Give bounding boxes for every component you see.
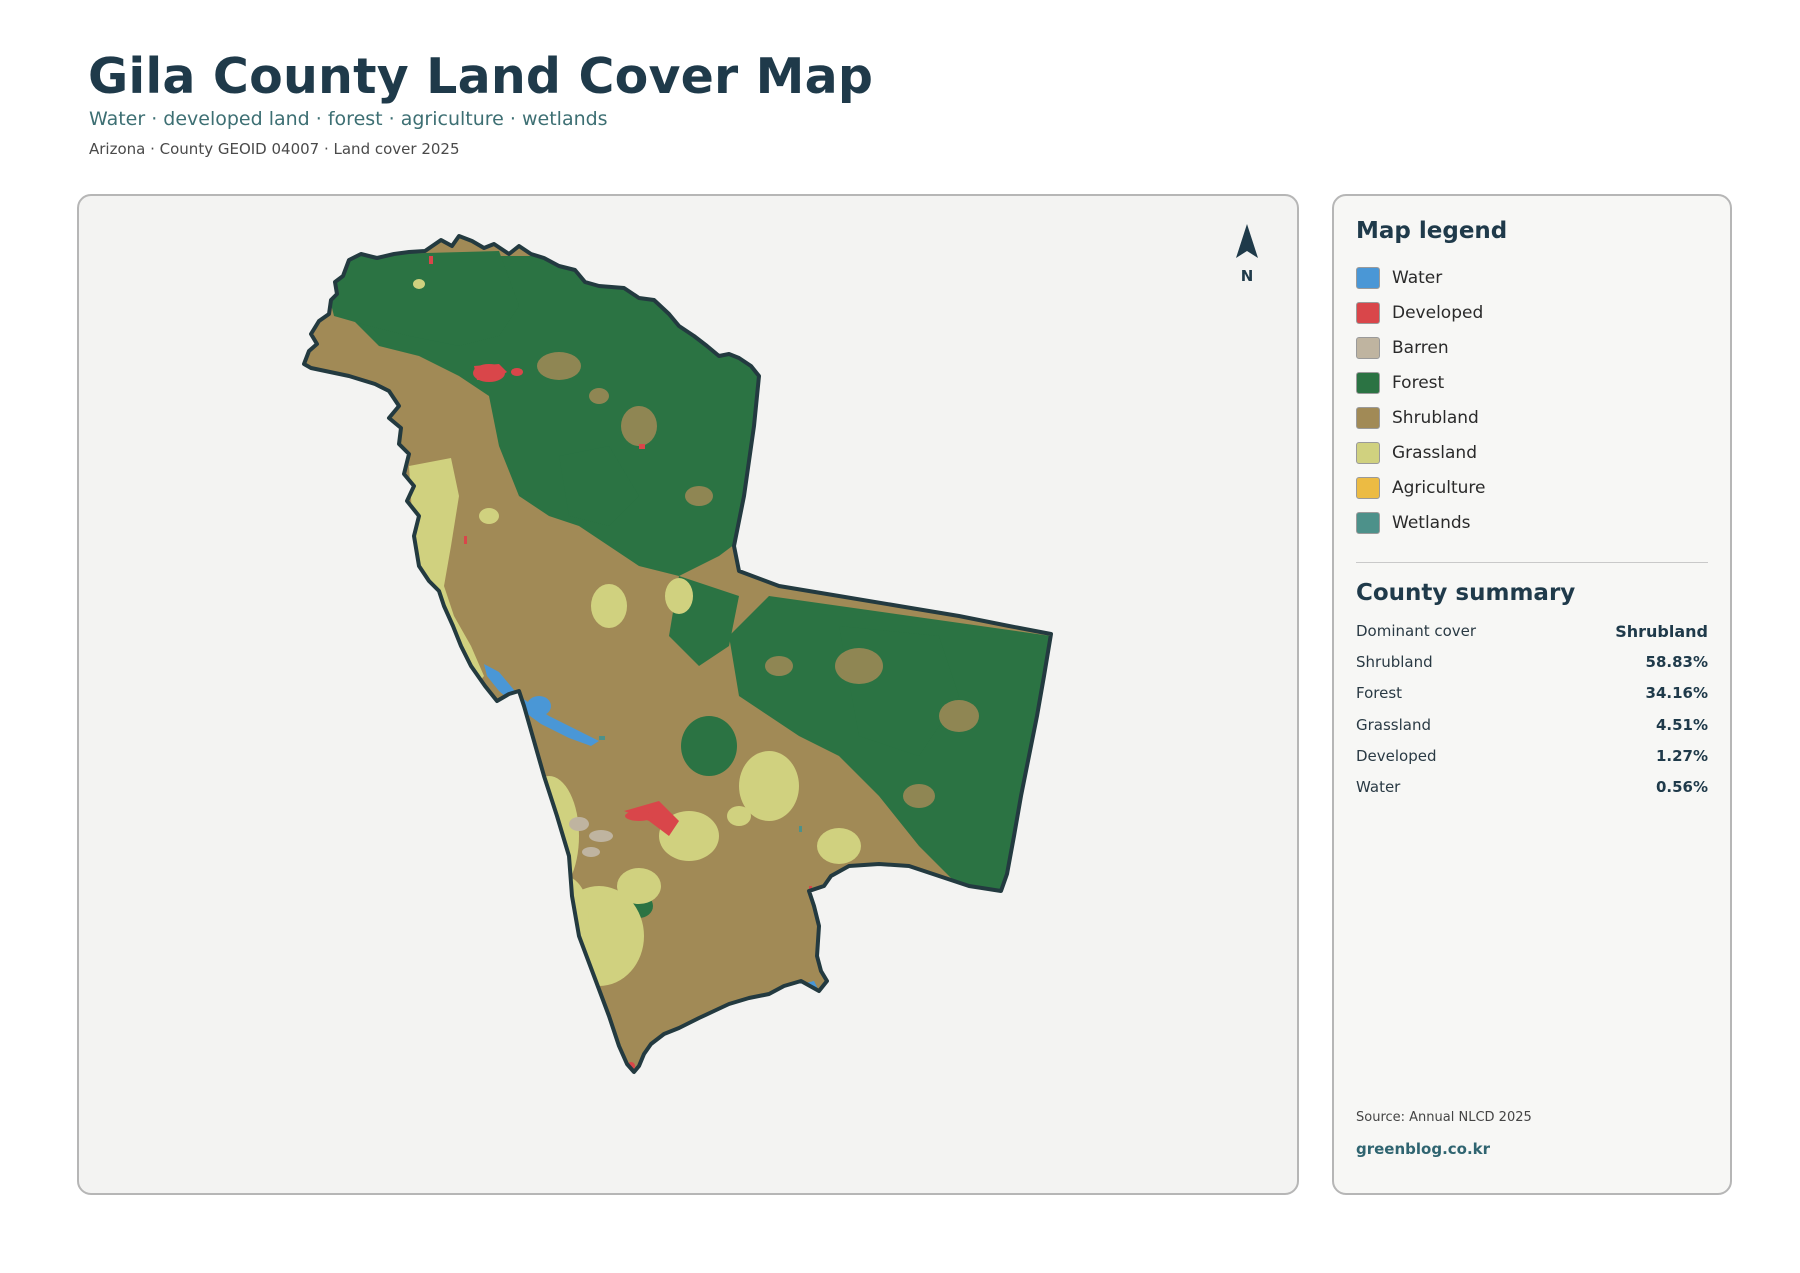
page-subtitle: Water · developed land · forest · agricu… xyxy=(89,108,608,130)
legend-label: Agriculture xyxy=(1392,478,1486,498)
map-panel[interactable]: N xyxy=(77,194,1299,1195)
legend-heading: Map legend xyxy=(1356,218,1508,244)
summary-value: 0.56% xyxy=(1655,778,1708,796)
summary-label: Shrubland xyxy=(1356,653,1433,671)
summary-heading: County summary xyxy=(1356,580,1576,606)
summary-label: Grassland xyxy=(1356,716,1431,734)
legend-label: Water xyxy=(1392,268,1443,288)
summary-value: Shrubland xyxy=(1615,622,1708,641)
legend-label: Barren xyxy=(1392,338,1449,358)
land-cover-fill xyxy=(304,236,1051,1072)
north-arrow-icon xyxy=(1236,224,1258,258)
legend-divider xyxy=(1356,562,1708,563)
legend-item-shrubland: Shrubland xyxy=(1356,405,1479,431)
page-meta: Arizona · County GEOID 04007 · Land cove… xyxy=(89,140,460,158)
summary-row-water: Water 0.56% xyxy=(1356,778,1708,796)
summary-value: 4.51% xyxy=(1655,716,1708,734)
summary-value: 1.27% xyxy=(1655,747,1708,765)
north-label: N xyxy=(1241,267,1254,285)
legend-item-barren: Barren xyxy=(1356,335,1449,361)
legend-label: Grassland xyxy=(1392,443,1477,463)
grassland-swatch xyxy=(1356,442,1380,464)
legend-label: Forest xyxy=(1392,373,1445,393)
summary-label: Dominant cover xyxy=(1356,622,1477,640)
water-swatch xyxy=(1356,267,1380,289)
legend-item-forest: Forest xyxy=(1356,370,1444,396)
summary-value: 58.83% xyxy=(1645,653,1708,671)
summary-value: 34.16% xyxy=(1645,684,1708,702)
legend-label: Shrubland xyxy=(1392,408,1479,428)
page-title: Gila County Land Cover Map xyxy=(88,48,874,105)
legend-item-water: Water xyxy=(1356,265,1442,291)
legend-panel: Map legend Water Developed Barren Forest… xyxy=(1332,194,1732,1195)
legend-item-wetlands: Wetlands xyxy=(1356,510,1471,536)
data-source: Source: Annual NLCD 2025 xyxy=(1356,1110,1532,1125)
summary-row-shrubland: Shrubland 58.83% xyxy=(1356,653,1708,671)
developed-swatch xyxy=(1356,302,1380,324)
summary-row-dominant: Dominant cover Shrubland xyxy=(1356,622,1708,641)
north-arrow: N xyxy=(1236,224,1258,285)
summary-label: Developed xyxy=(1356,747,1437,765)
shrubland-swatch xyxy=(1356,407,1380,429)
forest-swatch xyxy=(1356,372,1380,394)
summary-row-forest: Forest 34.16% xyxy=(1356,684,1708,702)
land-cover-map[interactable]: N xyxy=(79,196,1299,1195)
legend-item-grassland: Grassland xyxy=(1356,440,1477,466)
summary-row-developed: Developed 1.27% xyxy=(1356,747,1708,765)
legend-item-developed: Developed xyxy=(1356,300,1483,326)
barren-swatch xyxy=(1356,337,1380,359)
legend-label: Wetlands xyxy=(1392,513,1471,533)
legend-item-agriculture: Agriculture xyxy=(1356,475,1486,501)
agriculture-swatch xyxy=(1356,477,1380,499)
wetlands-swatch xyxy=(1356,512,1380,534)
summary-label: Water xyxy=(1356,778,1401,796)
site-link[interactable]: greenblog.co.kr xyxy=(1356,1140,1490,1158)
summary-label: Forest xyxy=(1356,684,1403,702)
summary-row-grassland: Grassland 4.51% xyxy=(1356,716,1708,734)
legend-label: Developed xyxy=(1392,303,1484,323)
